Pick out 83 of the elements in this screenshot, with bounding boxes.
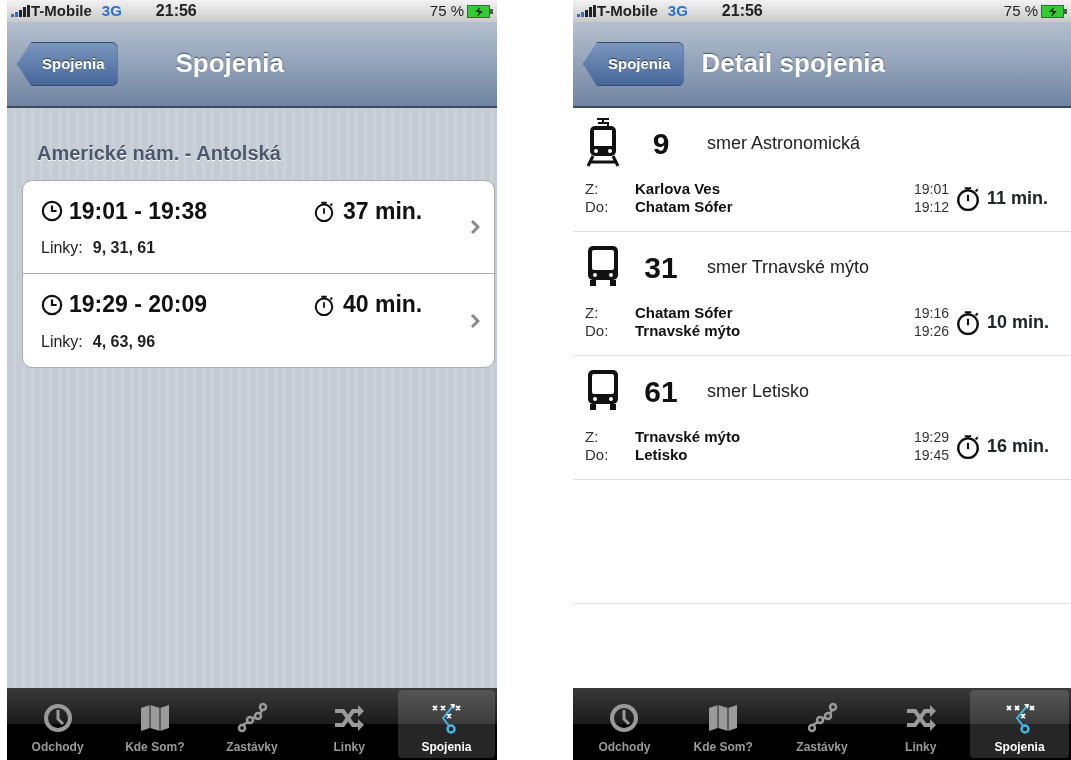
line-number: 61 [643,373,679,410]
arrival-time: 19:12 [912,198,949,216]
stop-name: Chatam Sófer [635,198,734,216]
shuffle-icon [904,702,937,734]
arrival-time: 19:26 [912,322,949,340]
lines-label: Linky: [41,331,83,352]
screen-title: Spojenia [175,48,284,80]
connection-duration: 40 min. [343,290,423,320]
tab-item[interactable]: Spojenia [970,690,1069,758]
lines-label: Linky: [41,238,83,259]
tab-item[interactable]: Linky [871,690,971,758]
stop-name: Chatam Sófer [635,304,734,322]
play-diagram-icon [430,702,463,734]
screen-title: Detail spojenia [701,48,885,80]
leg-duration: 10 min. [987,313,1050,331]
chevron-icon [470,219,480,235]
tab-item[interactable]: Zastávky [203,690,301,758]
route-dots-icon [236,702,268,734]
connection-time: 19:29 - 20:09 [69,290,209,320]
clock-icon [41,702,74,734]
stopwatch-icon [313,199,335,223]
direction-text: smer Astronomická [707,131,861,155]
connection-row[interactable]: 19:01 - 19:38 37 min. Linky: 9, 31, 61 [23,181,494,274]
stop-label: Do: [585,198,610,216]
back-button[interactable]: Spojenia [17,42,118,86]
tab-item[interactable]: Spojenia [397,690,495,758]
map-icon [138,702,171,734]
carrier-name: T-Mobile [597,0,658,21]
direction-text: smer Letisko [707,379,810,403]
lines-list: 9, 31, 61 [92,236,156,261]
back-button[interactable]: Spojenia [583,42,684,86]
connection-duration: 37 min. [343,196,423,226]
arrival-time: 19:45 [912,446,949,464]
clock-icon [608,702,641,734]
line-number: 31 [643,249,679,286]
battery-percent: 75 % [429,0,464,21]
route-dots-icon [806,702,838,734]
tab-item[interactable]: Kde Som? [106,690,204,758]
departure-time: 19:01 [912,180,949,198]
tab-item[interactable]: Odchody [575,690,674,758]
battery-icon [1041,4,1067,18]
map-icon [707,702,740,734]
carrier-name: T-Mobile [31,0,92,21]
stop-label: Z: [585,428,600,446]
shuffle-icon [333,702,366,734]
tab-item[interactable]: Zastávky [772,690,872,758]
chevron-icon [470,312,480,329]
connection-time: 19:01 - 19:38 [69,196,209,226]
stop-name: Trnavské mýto [635,322,742,340]
clock-icon [41,200,63,222]
stop-name: Letisko [635,446,689,464]
stop-name: Karlova Ves [635,180,722,198]
battery-icon [467,4,493,18]
departure-time: 19:29 [912,428,949,446]
connection-row[interactable]: 19:29 - 20:09 40 min. Linky: 4, 63, 96 [23,274,494,367]
stop-label: Z: [585,304,600,322]
direction-text: smer Trnavské mýto [707,255,870,279]
stop-label: Do: [585,322,610,340]
stopwatch-icon [955,432,981,460]
battery-percent: 75 % [1003,0,1038,21]
section-title: Americké nám. - Antolská [37,141,282,166]
network-type: 3G [667,0,688,21]
departure-time: 19:16 [912,304,949,322]
leg-duration: 16 min. [987,437,1050,455]
tram-icon [585,118,621,168]
line-number: 9 [651,125,671,162]
signal-icon [577,5,597,17]
play-diagram-icon [1003,702,1036,734]
stopwatch-icon [955,308,981,336]
network-type: 3G [101,0,122,21]
tab-item[interactable]: Linky [300,690,398,758]
stopwatch-icon [955,184,981,212]
stop-name: Trnavské mýto [635,428,742,446]
status-time: 21:56 [721,1,763,21]
tab-item[interactable]: Odchody [9,690,107,758]
tab-item[interactable]: Kde Som? [673,690,773,758]
lines-list: 4, 63, 96 [92,329,156,354]
status-time: 21:56 [155,1,197,21]
clock-icon [41,293,63,316]
leg-duration: 11 min. [987,189,1049,207]
signal-icon [11,5,31,17]
stop-label: Do: [585,446,610,464]
stop-label: Z: [585,180,600,198]
